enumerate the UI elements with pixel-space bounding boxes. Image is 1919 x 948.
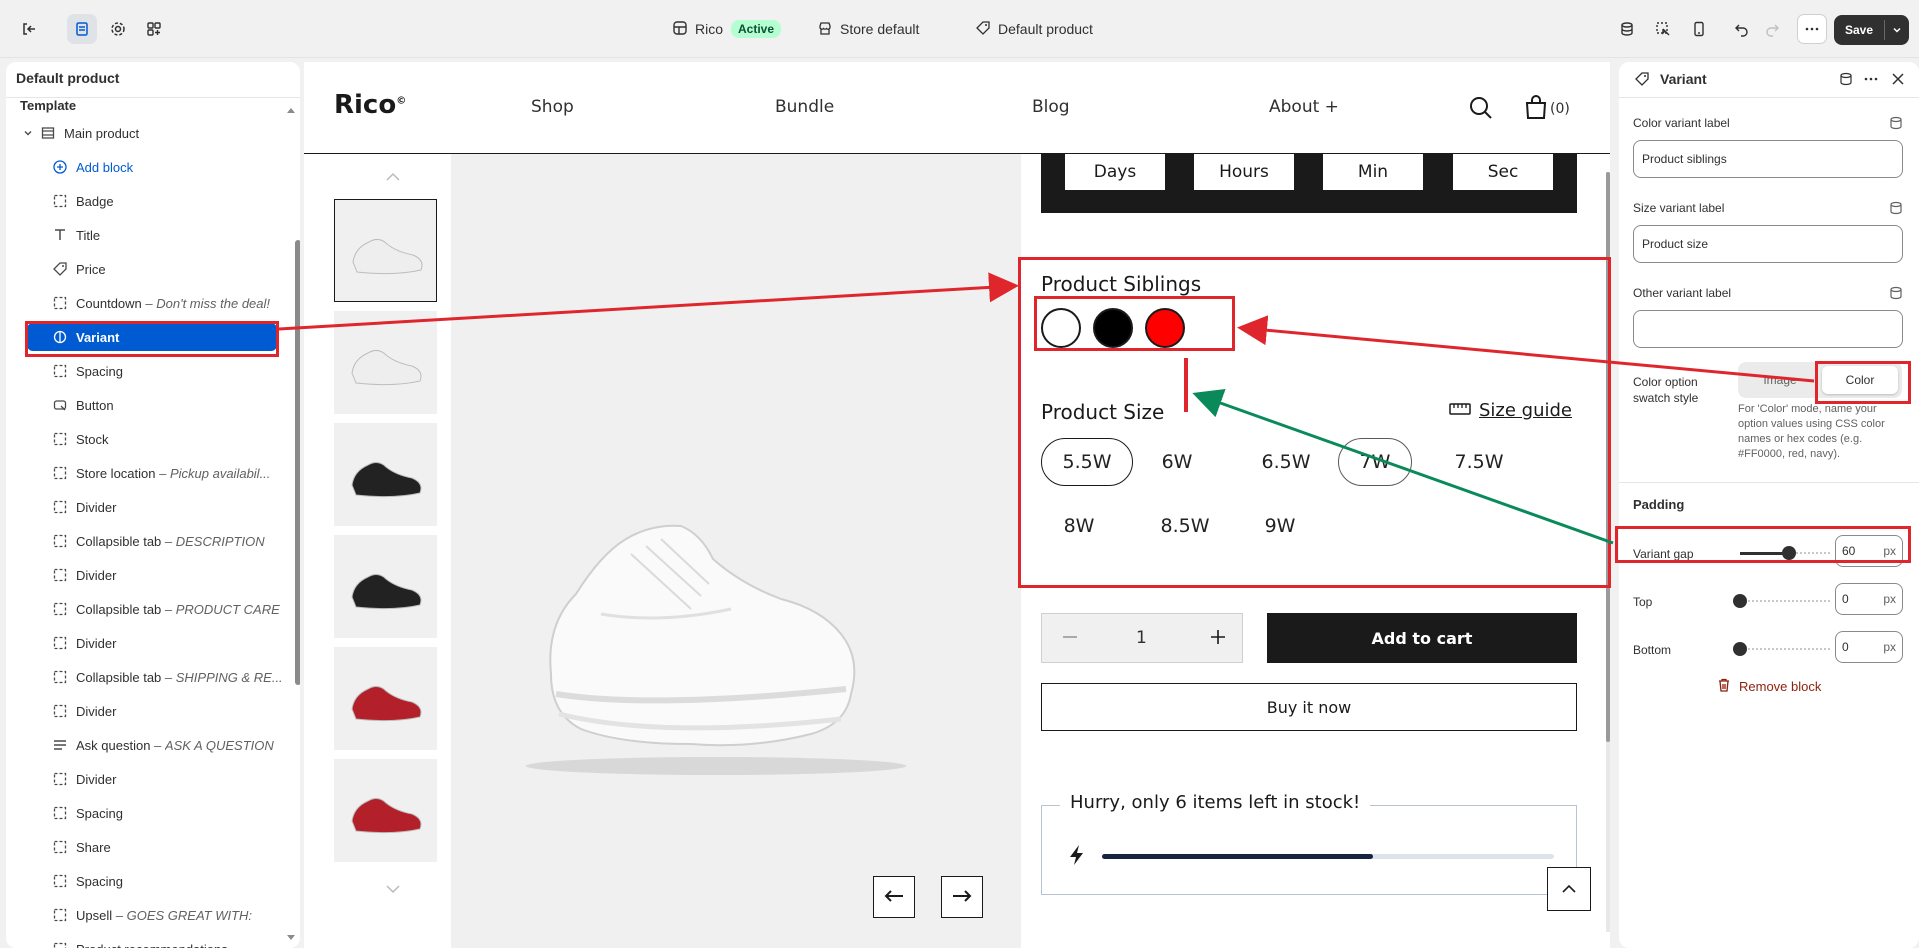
annotation-arrows: [278, 272, 1815, 545]
